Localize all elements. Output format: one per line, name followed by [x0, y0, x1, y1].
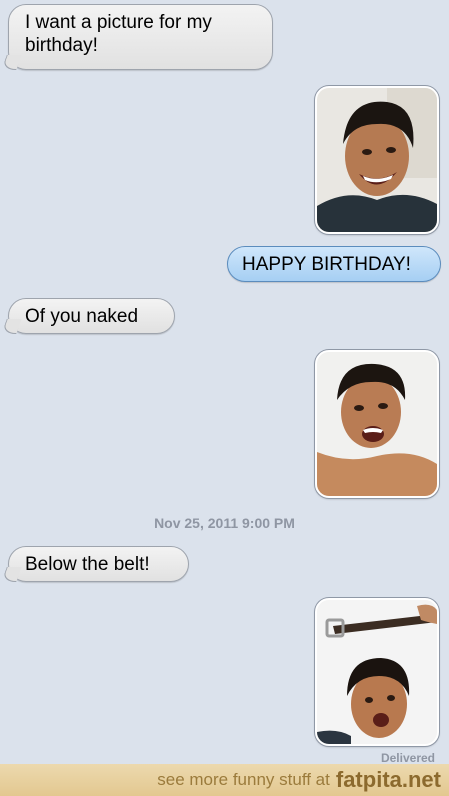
message-thread[interactable]: I want a picture for my birthday! HAPPY … [0, 0, 449, 765]
incoming-message-bubble[interactable]: Of you naked [8, 298, 175, 334]
watermark-text: see more funny stuff at [157, 770, 330, 789]
photo-message-shirtless-guy[interactable] [315, 350, 439, 498]
photo-message-belt[interactable] [315, 598, 439, 746]
selfie-photo [317, 600, 437, 744]
incoming-message-bubble[interactable]: I want a picture for my birthday! [8, 4, 273, 70]
watermark-banner: see more funny stuff at fatpita.net [0, 764, 449, 796]
outgoing-message-bubble[interactable]: HAPPY BIRTHDAY! [227, 246, 441, 282]
message-timestamp: Nov 25, 2011 9:00 PM [154, 515, 295, 531]
message-text: HAPPY BIRTHDAY! [242, 254, 411, 275]
selfie-photo [317, 88, 437, 232]
incoming-message-bubble[interactable]: Below the belt! [8, 546, 189, 582]
message-text: Below the belt! [25, 554, 150, 575]
message-text: I want a picture for my birthday! [25, 12, 212, 56]
message-text: Of you naked [25, 306, 139, 327]
photo-message-smiling-guy[interactable] [315, 86, 439, 234]
delivery-status: Delivered [380, 751, 435, 765]
selfie-photo [317, 352, 437, 496]
watermark-site: fatpita.net [335, 767, 441, 792]
